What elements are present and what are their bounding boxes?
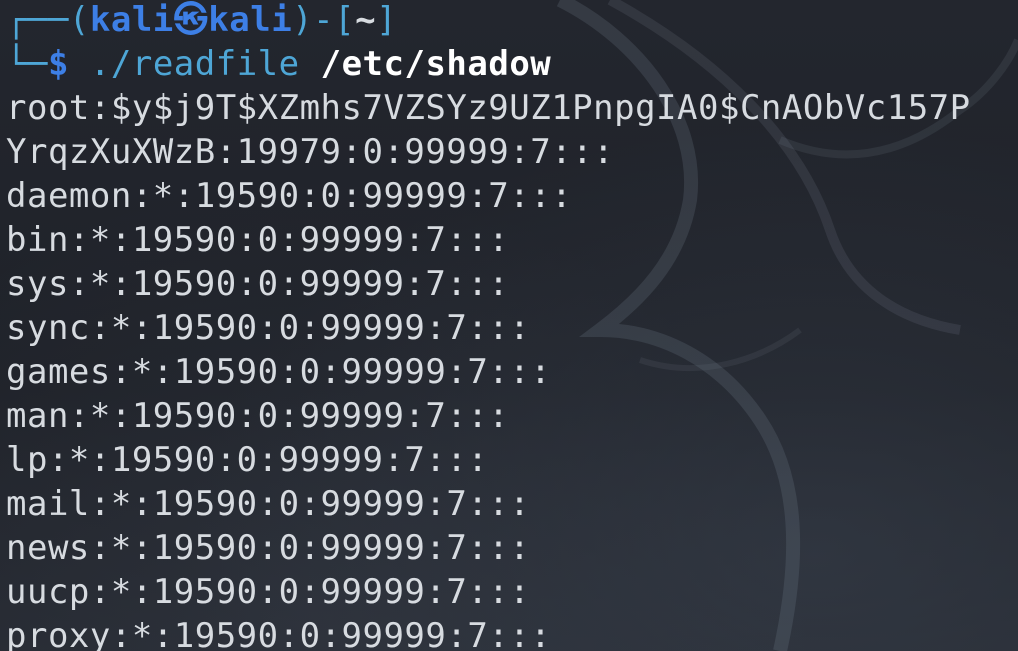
- command-name: ./readfile: [89, 44, 300, 84]
- output-line: games:*:19590:0:99999:7:::: [6, 352, 552, 392]
- prompt-separator-close: ]: [376, 0, 398, 40]
- output-line: news:*:19590:0:99999:7:::: [6, 528, 531, 568]
- output-line: sync:*:19590:0:99999:7:::: [6, 308, 531, 348]
- prompt-header: ┌──(kali㉿kali)-[~]: [6, 0, 1018, 40]
- output-line: YrqzXuXWzB:19979:0:99999:7:::: [6, 132, 615, 172]
- command-line[interactable]: └─$ ./readfile /etc/shadow: [6, 40, 1018, 86]
- prompt-cwd: ~: [355, 0, 377, 40]
- output-line: lp:*:19590:0:99999:7:::: [6, 440, 489, 480]
- prompt-host: kali: [208, 0, 293, 40]
- terminal-output: ┌──(kali㉿kali)-[~] └─$ ./readfile /etc/s…: [6, 0, 1018, 651]
- prompt-box-top: ┌──(: [6, 0, 90, 40]
- output-line: man:*:19590:0:99999:7:::: [6, 396, 510, 436]
- output-line: mail:*:19590:0:99999:7:::: [6, 484, 531, 524]
- output-line: sys:*:19590:0:99999:7:::: [6, 264, 510, 304]
- prompt-separator-open: )-[: [292, 0, 356, 40]
- output-line: root:$y$j9T$XZmhs7VZSYz9UZ1PnpgIA0$CnAOb…: [6, 88, 971, 128]
- output-line: bin:*:19590:0:99999:7:::: [6, 220, 510, 260]
- prompt-dollar: $: [47, 44, 69, 84]
- prompt-user: kali: [89, 0, 174, 40]
- output-line: proxy:*:19590:0:99999:7:::: [6, 616, 552, 651]
- output-line: daemon:*:19590:0:99999:7:::: [6, 176, 573, 216]
- output-line: uucp:*:19590:0:99999:7:::: [6, 572, 531, 612]
- command-argument: /etc/shadow: [320, 44, 552, 84]
- prompt-box-bottom: └─: [6, 44, 48, 84]
- terminal-window[interactable]: ┌──(kali㉿kali)-[~] └─$ ./readfile /etc/s…: [0, 0, 1018, 651]
- kali-at-icon: ㉿: [173, 0, 209, 40]
